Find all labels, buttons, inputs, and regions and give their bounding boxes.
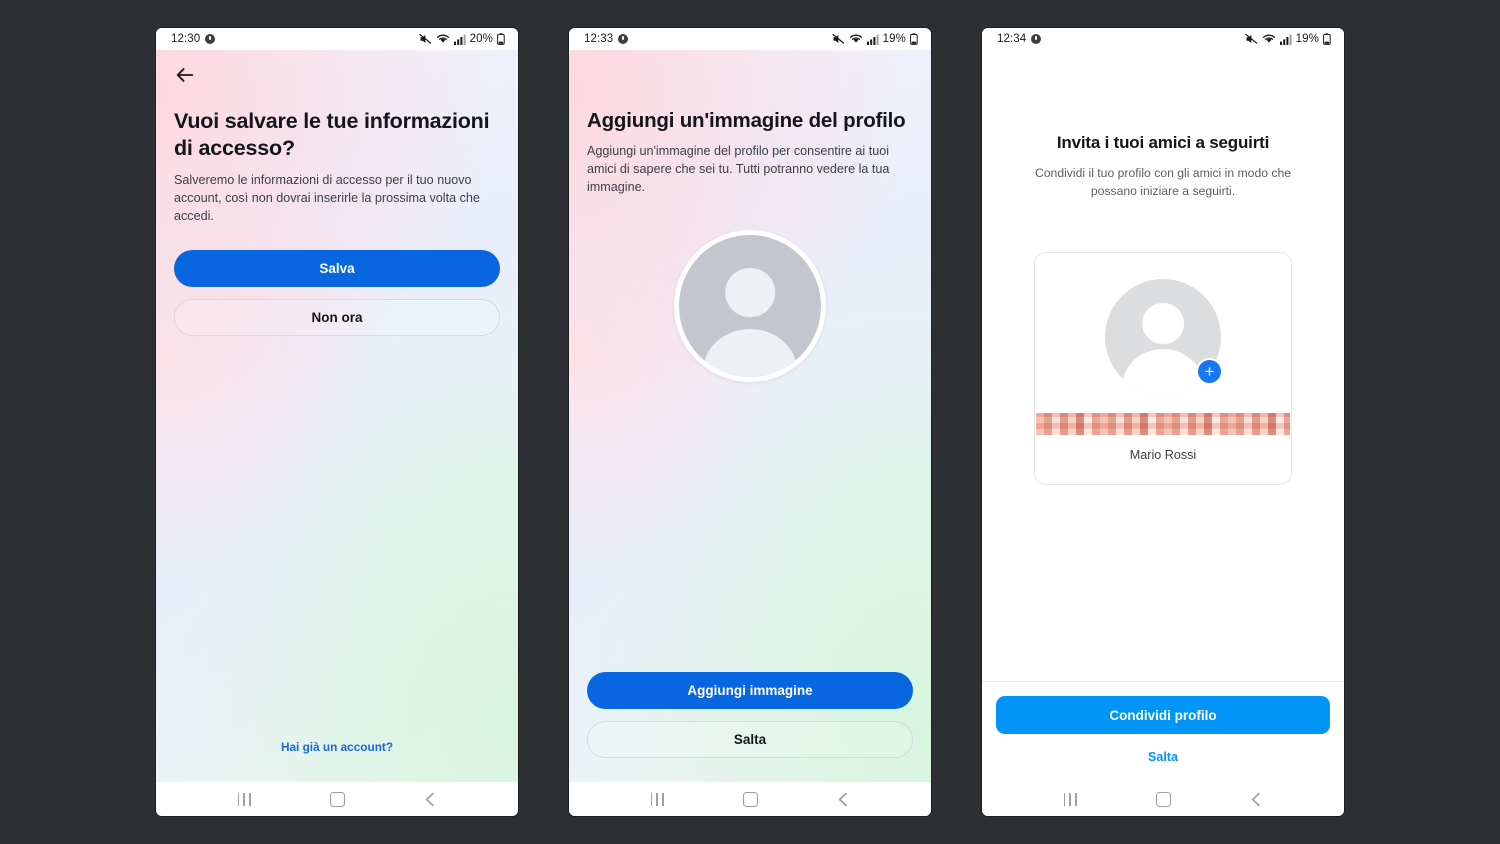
alarm-icon <box>1031 34 1042 44</box>
battery-percent-label: 19% <box>1295 33 1319 45</box>
back-icon[interactable] <box>837 792 850 807</box>
status-bar: 12:33 19% <box>569 28 931 50</box>
back-button-row <box>156 50 518 86</box>
battery-icon <box>1323 33 1331 45</box>
back-icon[interactable] <box>1250 792 1263 807</box>
alarm-icon <box>205 34 216 44</box>
mute-icon <box>831 33 845 44</box>
avatar-area <box>569 230 931 383</box>
screen-invite-friends: 12:34 19% Invita i tuoi amici a seguirti… <box>982 28 1344 816</box>
existing-account-link[interactable]: Hai già un account? <box>156 740 518 754</box>
page-subtitle: Salveremo le informazioni di accesso per… <box>174 173 480 224</box>
signal-icon <box>1279 34 1292 45</box>
profile-display-name: Mario Rossi <box>1129 448 1197 463</box>
recents-icon[interactable] <box>650 792 664 806</box>
avatar-body <box>703 328 797 378</box>
phone-screen-save-login-info: 12:30 20% Vuoi salvare le tue informazio… <box>156 28 518 816</box>
recents-icon[interactable] <box>237 792 251 806</box>
home-icon[interactable] <box>329 791 345 807</box>
wifi-icon <box>849 34 862 43</box>
screen-content: Vuoi salvare le tue informazioni di acce… <box>156 50 518 782</box>
avatar-body <box>1122 349 1204 396</box>
profile-card[interactable]: + Mario Rossi <box>1034 252 1292 486</box>
action-buttons: Condividi profilo Salta <box>982 682 1344 782</box>
back-icon[interactable] <box>424 792 437 807</box>
home-icon[interactable] <box>1155 791 1171 807</box>
action-buttons: Aggiungi immagine Salta <box>569 672 931 758</box>
skip-button[interactable]: Salta <box>587 721 913 758</box>
recents-icon[interactable] <box>1063 792 1077 806</box>
battery-icon <box>910 33 918 45</box>
android-nav-bar <box>569 782 931 816</box>
status-bar-right: 19% <box>831 33 918 45</box>
skip-link[interactable]: Salta <box>996 750 1330 764</box>
screen-save-login-info: 12:30 20% Vuoi salvare le tue informazio… <box>156 28 518 816</box>
screen-content: Aggiungi un'immagine del profilo Aggiung… <box>569 50 931 782</box>
save-button[interactable]: Salva <box>174 249 500 287</box>
status-bar-right: 19% <box>1244 33 1331 45</box>
wifi-icon <box>1262 34 1275 43</box>
alarm-icon <box>618 34 629 44</box>
status-bar-left: 12:33 <box>584 33 629 45</box>
avatar-head <box>1142 302 1184 345</box>
add-picture-button[interactable]: Aggiungi immagine <box>587 672 913 709</box>
screenshot-stage: 12:30 20% Vuoi salvare le tue informazio… <box>0 0 1500 844</box>
signal-icon <box>866 34 879 45</box>
screen-add-profile-picture: 12:33 19% Aggiungi un'immagine del profi… <box>569 28 931 816</box>
status-bar: 12:34 19% <box>982 28 1344 50</box>
add-photo-plus-icon[interactable]: + <box>1196 358 1223 386</box>
battery-percent-label: 20% <box>469 33 493 45</box>
battery-icon <box>497 33 505 45</box>
avatar: + <box>1105 279 1223 396</box>
wifi-icon <box>436 34 449 43</box>
status-bar-left: 12:30 <box>171 33 216 45</box>
status-bar-clock: 12:30 <box>171 33 201 45</box>
home-icon[interactable] <box>742 791 758 807</box>
action-buttons: Salva Non ora <box>156 249 518 336</box>
avatar[interactable] <box>674 230 826 383</box>
profile-card-area: + Mario Rossi <box>982 252 1344 486</box>
mute-icon <box>1244 33 1258 44</box>
share-profile-button[interactable]: Condividi profilo <box>996 696 1330 734</box>
signal-icon <box>453 34 466 45</box>
screen-content: Invita i tuoi amici a seguirti Condividi… <box>982 50 1344 782</box>
battery-percent-label: 19% <box>882 33 906 45</box>
page-title: Aggiungi un'immagine del profilo <box>587 109 906 132</box>
phone-screen-invite-friends: 12:34 19% Invita i tuoi amici a seguirti… <box>982 28 1344 816</box>
page-subtitle: Aggiungi un'immagine del profilo per con… <box>587 144 890 195</box>
status-bar-right: 20% <box>418 33 505 45</box>
android-nav-bar <box>982 782 1344 816</box>
status-bar-left: 12:34 <box>997 33 1042 45</box>
page-subtitle: Condividi il tuo profilo con gli amici i… <box>1034 166 1292 198</box>
page-title: Vuoi salvare le tue informazioni di acce… <box>174 109 490 160</box>
username-redacted <box>1036 413 1290 436</box>
not-now-button[interactable]: Non ora <box>174 298 500 336</box>
status-bar-clock: 12:34 <box>997 33 1027 45</box>
page-title: Invita i tuoi amici a seguirti <box>1056 133 1270 152</box>
avatar-head <box>725 267 775 318</box>
status-bar-clock: 12:33 <box>584 33 614 45</box>
back-arrow-icon[interactable] <box>174 64 196 86</box>
phone-screen-add-profile-picture: 12:33 19% Aggiungi un'immagine del profi… <box>569 28 931 816</box>
mute-icon <box>418 33 432 44</box>
android-nav-bar <box>156 782 518 816</box>
status-bar: 12:30 20% <box>156 28 518 50</box>
